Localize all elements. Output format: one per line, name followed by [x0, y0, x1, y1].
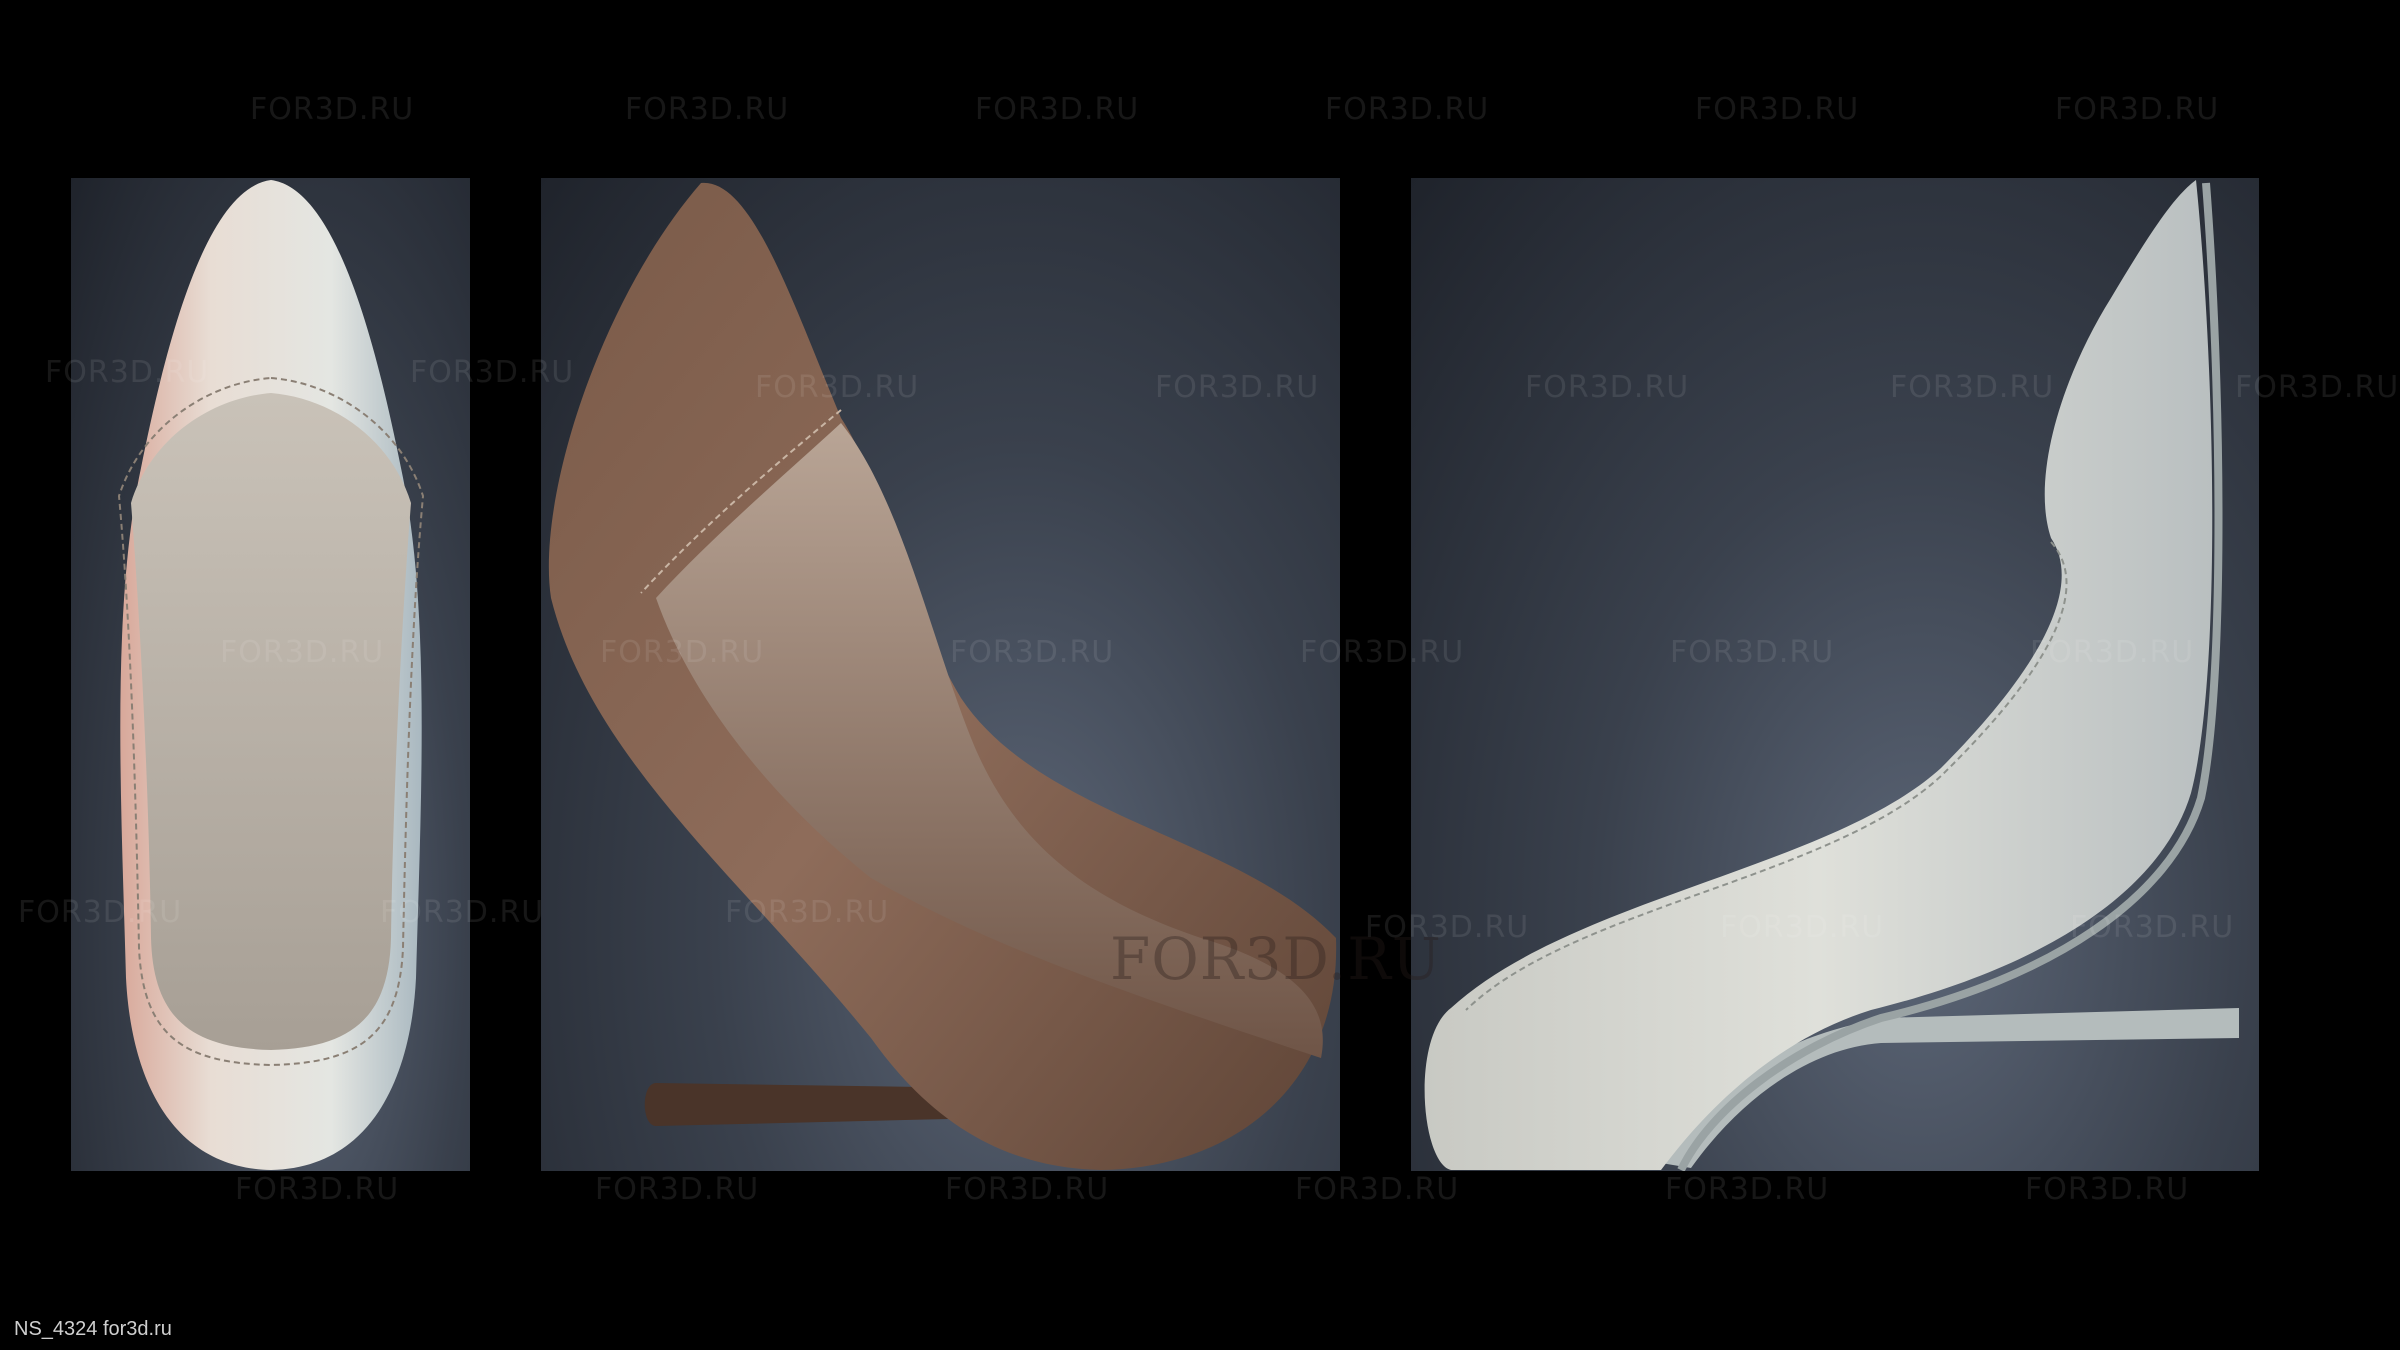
three-quarter-view-panel	[541, 178, 1340, 1171]
watermark: FOR3D.RU	[625, 92, 790, 127]
top-view-panel	[71, 178, 470, 1171]
watermark: FOR3D.RU	[2025, 1172, 2190, 1207]
watermark: FOR3D.RU	[2055, 92, 2220, 127]
watermark: FOR3D.RU	[1695, 92, 1860, 127]
watermark: FOR3D.RU	[235, 1172, 400, 1207]
watermark: FOR3D.RU	[1325, 92, 1490, 127]
watermark: FOR3D.RU	[975, 92, 1140, 127]
shoe-three-quarter-render	[548, 182, 1337, 1170]
watermark: FOR3D.RU	[945, 1172, 1110, 1207]
watermark: FOR3D.RU	[595, 1172, 760, 1207]
watermark: FOR3D.RU	[2235, 370, 2400, 405]
image-caption: NS_4324 for3d.ru	[14, 1318, 172, 1340]
shoe-side-view-render	[1424, 180, 2239, 1171]
watermark: FOR3D.RU	[250, 92, 415, 127]
watermark: FOR3D.RU	[1665, 1172, 1830, 1207]
side-view-panel	[1411, 178, 2259, 1171]
shoe-top-view-render	[117, 180, 425, 1170]
watermark: FOR3D.RU	[1295, 1172, 1460, 1207]
